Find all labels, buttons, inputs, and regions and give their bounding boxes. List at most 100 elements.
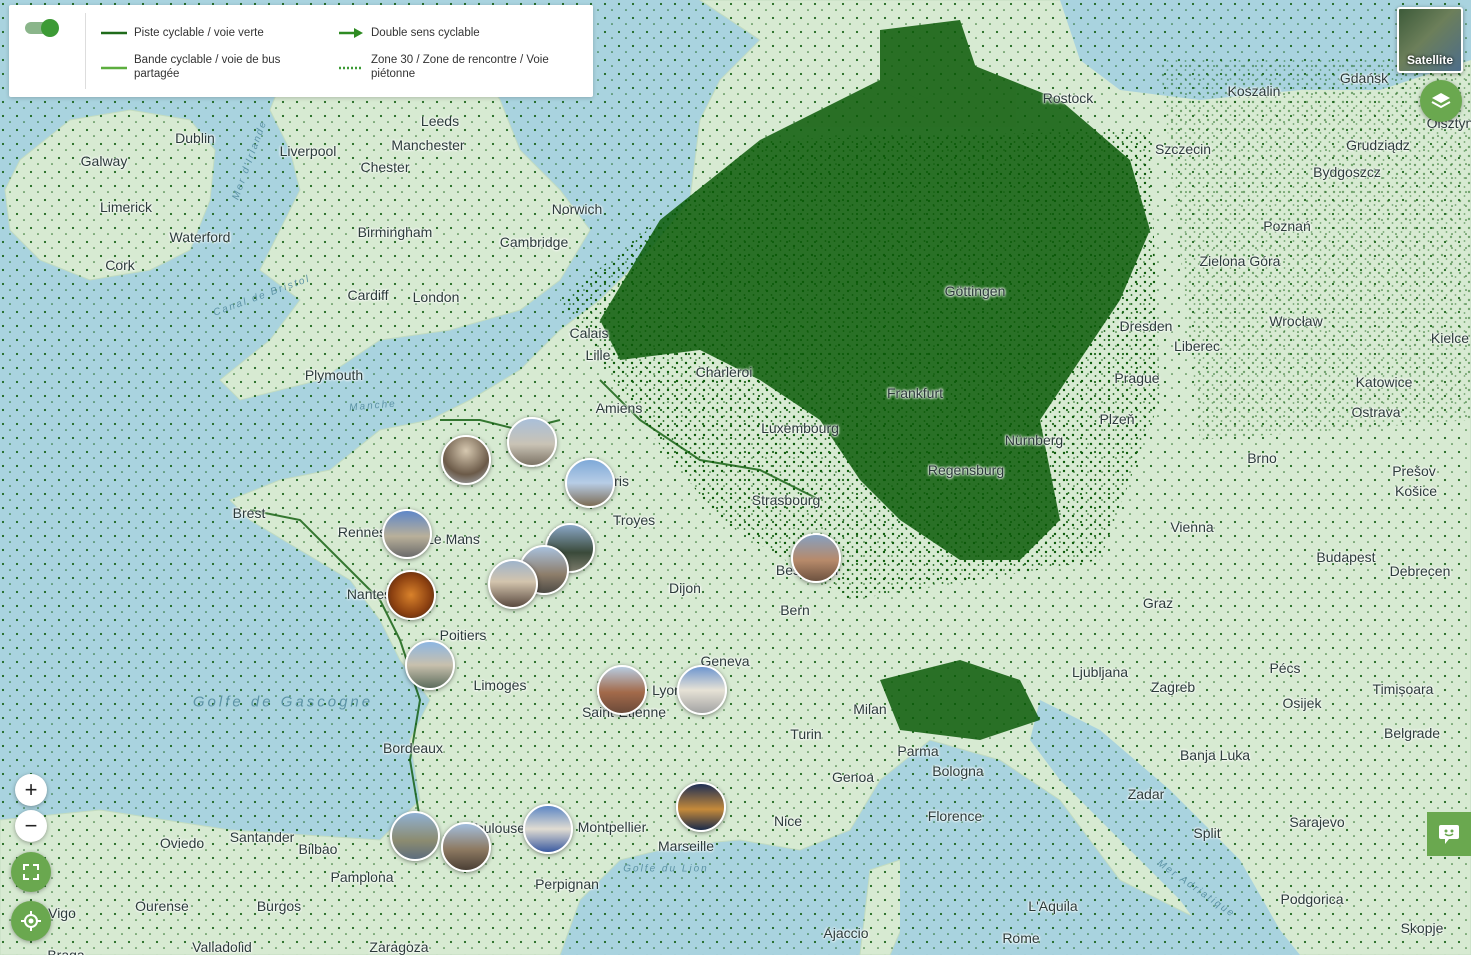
city-label: Gdańsk — [1339, 70, 1389, 86]
city-label: Lille — [585, 347, 611, 363]
city-label: Bydgoszcz — [1313, 164, 1381, 180]
city-label: Milan — [853, 701, 887, 717]
photo-marker[interactable] — [677, 665, 727, 715]
photo-marker[interactable] — [676, 782, 726, 832]
city-label: Zaragoza — [369, 939, 429, 955]
city-label: Prešov — [1392, 463, 1436, 479]
city-label: Poitiers — [439, 627, 487, 643]
city-label: Prague — [1114, 370, 1160, 386]
city-label: Marseille — [657, 838, 715, 854]
legend-swatch-light-line — [101, 66, 127, 70]
zoom-out-button[interactable]: − — [15, 810, 47, 842]
locate-button[interactable] — [11, 901, 51, 941]
photo-marker[interactable] — [405, 640, 455, 690]
city-label: Florence — [927, 808, 983, 824]
city-label: Limerick — [99, 199, 153, 215]
map-canvas[interactable]: Galway Dublin Limerick Waterford Cork Liverpo… — [0, 0, 1471, 955]
city-label: Ostrava — [1351, 404, 1401, 420]
city-label: Galway — [80, 153, 128, 169]
city-label: Santander — [229, 829, 295, 845]
city-label: Bilbao — [298, 841, 338, 857]
city-label: Genoa — [831, 769, 875, 785]
photo-marker[interactable] — [488, 559, 538, 609]
photo-marker[interactable] — [382, 509, 432, 559]
satellite-label: Satellite — [1406, 53, 1454, 67]
city-label: Turin — [790, 726, 822, 742]
city-label: Košice — [1394, 483, 1438, 499]
photo-marker[interactable] — [565, 458, 615, 508]
city-label: Katowice — [1355, 374, 1413, 390]
city-label: Osijek — [1282, 695, 1322, 711]
city-label: Rostock — [1042, 90, 1094, 106]
photo-marker[interactable] — [523, 804, 573, 854]
city-label: Manchester — [391, 137, 465, 153]
city-label: Nantes — [346, 586, 392, 602]
photo-marker[interactable] — [390, 811, 440, 861]
zoom-in-label: + — [24, 777, 38, 802]
city-label: Graz — [1142, 595, 1174, 611]
city-label: Sarajevo — [1289, 814, 1345, 830]
feedback-icon — [1439, 825, 1459, 844]
city-label: Zielona Góra — [1199, 253, 1281, 269]
map-basemap — [0, 0, 1471, 955]
city-label: Plzeň — [1099, 411, 1135, 427]
city-label: Troyes — [612, 512, 656, 528]
city-label: Braga — [47, 947, 85, 955]
zoom-in-button[interactable]: + — [15, 774, 47, 806]
city-label: Göttingen — [944, 283, 1006, 299]
city-label: Regensburg — [927, 462, 1005, 478]
city-label: Grudziądz — [1346, 137, 1410, 153]
city-label: Ourense — [135, 898, 189, 914]
legend-label: Bande cyclable / voie de bus partagée — [134, 54, 281, 80]
city-label: Cardiff — [347, 287, 389, 303]
zoom-out-label: − — [24, 813, 38, 838]
photo-marker[interactable] — [441, 822, 491, 872]
city-label: Bologna — [932, 763, 984, 779]
city-label: Birmingham — [357, 224, 433, 240]
city-label: Banja Luka — [1179, 747, 1251, 763]
sea-label: Golfe de Gascogne — [192, 693, 374, 711]
city-label: Dresden — [1119, 318, 1173, 334]
city-label: Timișoara — [1372, 681, 1434, 697]
city-label: Leeds — [420, 113, 460, 129]
city-label: London — [412, 289, 460, 305]
city-label: Oviedo — [159, 835, 205, 851]
city-label: Rome — [1002, 930, 1040, 946]
toggle-knob — [41, 19, 59, 37]
city-label: Chester — [360, 159, 410, 175]
satellite-toggle[interactable]: Satellite — [1397, 7, 1463, 73]
city-label: Split — [1193, 825, 1221, 841]
city-label: Belgrade — [1383, 725, 1441, 741]
city-label: Cambridge — [499, 234, 569, 250]
city-label: Montpellier — [577, 819, 647, 835]
city-label: Koszalin — [1227, 83, 1281, 99]
city-label: Wrocław — [1269, 313, 1323, 329]
city-label: Brno — [1247, 450, 1277, 466]
legend-swatch-dark-line — [101, 31, 127, 35]
network-toggle[interactable] — [25, 19, 61, 37]
city-label: Dijon — [669, 580, 701, 596]
city-label: Liberec — [1174, 338, 1220, 354]
city-label: Ljubljana — [1071, 664, 1129, 680]
photo-marker[interactable] — [441, 435, 491, 485]
feedback-button[interactable] — [1427, 812, 1471, 856]
city-label: Zadar — [1127, 786, 1165, 802]
city-label: Perpignan — [535, 876, 599, 892]
city-label: Waterford — [169, 229, 231, 245]
city-label: Bordeaux — [383, 740, 443, 756]
fullscreen-button[interactable] — [11, 852, 51, 892]
city-label: Calais — [569, 325, 609, 341]
fullscreen-icon — [23, 864, 39, 880]
layers-button[interactable] — [1420, 80, 1462, 122]
photo-marker[interactable] — [791, 533, 841, 583]
legend-label: Zone 30 / Zone de rencontre / Voie piéto… — [371, 54, 549, 80]
city-label: Frankfurt — [886, 385, 944, 401]
photo-marker[interactable] — [386, 570, 436, 620]
city-label: Skopje — [1400, 920, 1444, 936]
photo-marker[interactable] — [597, 665, 647, 715]
city-label: Vigo — [48, 905, 76, 921]
sea-label: Golfe du Lion — [623, 863, 709, 875]
city-label: Liverpool — [279, 143, 337, 159]
photo-marker[interactable] — [507, 417, 557, 467]
city-label: Norwich — [551, 201, 603, 217]
